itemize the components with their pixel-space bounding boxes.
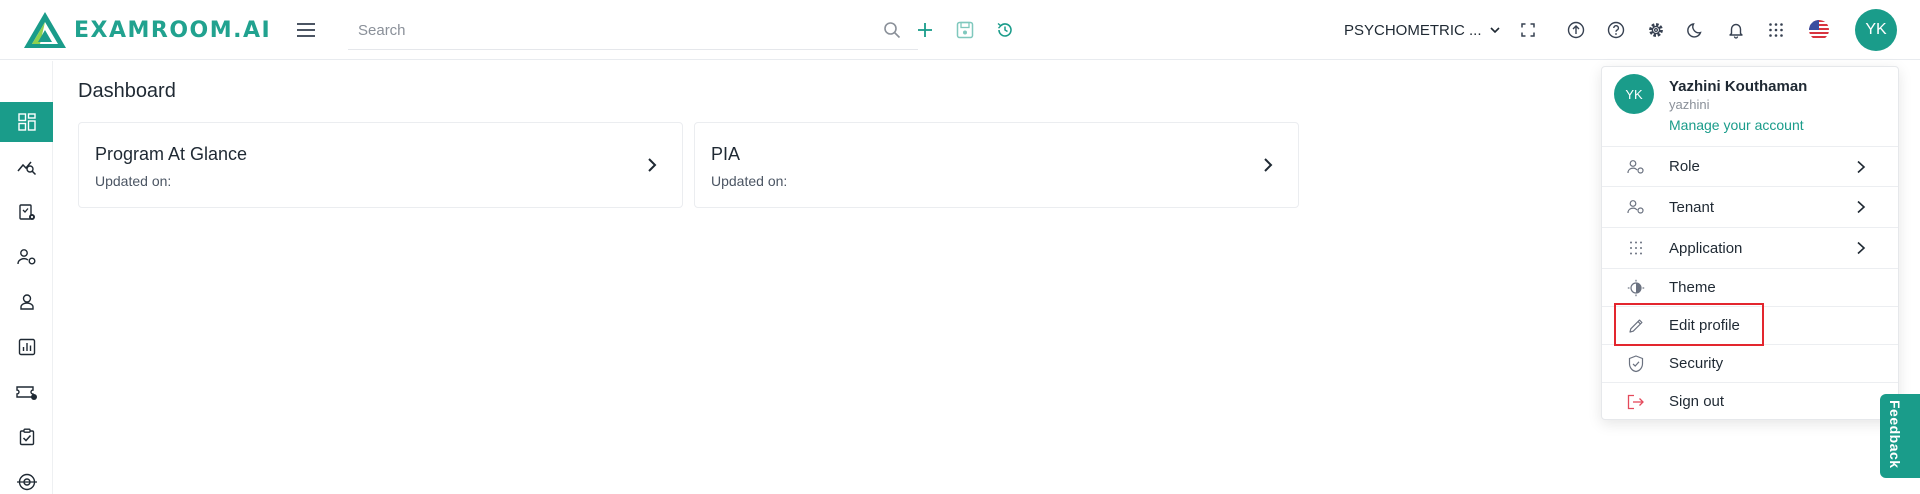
menu-item-theme[interactable]: Theme — [1602, 268, 1898, 306]
help-button[interactable] — [1602, 16, 1630, 44]
menu-item-label: Role — [1669, 158, 1700, 175]
brand-logo[interactable]: EXAMROOM.AI — [22, 10, 271, 50]
moon-icon — [1687, 23, 1702, 38]
card-updated-label: Updated on: — [711, 173, 788, 189]
search-bar — [348, 14, 918, 50]
sidebar-item-dashboard[interactable] — [0, 102, 53, 142]
apps-grid-icon — [1626, 238, 1646, 258]
brand-name: EXAMROOM.AI — [74, 17, 272, 43]
sidebar-item-user-settings[interactable] — [0, 237, 53, 277]
chart-search-icon — [16, 161, 36, 176]
upload-circle-icon — [1567, 21, 1585, 39]
menu-item-sign-out[interactable]: Sign out — [1602, 382, 1898, 420]
sidebar-item-tasks[interactable] — [0, 417, 53, 457]
search-input[interactable] — [348, 14, 878, 46]
logout-icon — [1626, 392, 1646, 412]
user-icon — [19, 294, 34, 310]
menu-item-label: Edit profile — [1669, 317, 1740, 334]
menu-item-label: Theme — [1669, 279, 1716, 296]
card-program-at-glance[interactable]: Program At Glance Updated on: — [78, 122, 683, 208]
save-icon — [956, 21, 974, 39]
save-button[interactable] — [951, 16, 979, 44]
profile-username: yazhini — [1669, 97, 1710, 112]
hamburger-icon — [297, 23, 315, 37]
bar-chart-icon — [18, 338, 35, 356]
fullscreen-icon — [1521, 23, 1535, 37]
card-updated-label: Updated on: — [95, 173, 172, 189]
ticket-icon — [15, 386, 37, 400]
chevron-right-icon — [1264, 158, 1273, 172]
history-button[interactable] — [991, 16, 1019, 44]
sidebar-item-exams[interactable] — [0, 192, 53, 232]
hamburger-menu-button[interactable] — [292, 16, 320, 44]
sidebar-item-analytics[interactable] — [0, 147, 53, 187]
theme-icon — [1626, 278, 1646, 298]
menu-item-application[interactable]: Application — [1602, 227, 1898, 268]
menu-item-edit-profile[interactable]: Edit profile — [1602, 306, 1898, 344]
chevron-right-icon — [1857, 160, 1866, 173]
clipboard-settings-icon — [18, 204, 35, 220]
gear-icon — [1649, 23, 1663, 37]
page-title: Dashboard — [78, 80, 176, 102]
dashboard-grid-icon — [17, 113, 36, 131]
upload-button[interactable] — [1562, 16, 1590, 44]
top-header: EXAMROOM.AI Search PSYCHOMETRIC ... YK — [0, 0, 1920, 60]
history-icon — [997, 22, 1012, 37]
sidebar — [0, 61, 53, 494]
examroom-logo-icon — [24, 12, 66, 48]
menu-item-label: Security — [1669, 355, 1724, 372]
menu-item-tenant[interactable]: Tenant — [1602, 186, 1898, 227]
sidebar-item-candidates[interactable] — [0, 282, 53, 322]
card-title: Program At Glance — [95, 144, 248, 164]
chevron-right-icon — [648, 158, 657, 172]
chevron-right-icon — [1857, 241, 1866, 255]
sidebar-item-other[interactable] — [0, 462, 53, 494]
feedback-label: Feedback — [1887, 400, 1903, 469]
dial-icon — [16, 473, 37, 491]
help-icon — [1607, 21, 1625, 39]
search-button[interactable] — [878, 16, 906, 44]
notifications-button[interactable] — [1722, 16, 1750, 44]
fullscreen-button[interactable] — [1514, 16, 1542, 44]
menu-item-label: Application — [1669, 239, 1743, 257]
menu-item-role[interactable]: Role — [1602, 146, 1898, 186]
bell-icon — [1729, 23, 1743, 39]
language-button[interactable] — [1805, 16, 1833, 44]
menu-item-label: Sign out — [1669, 393, 1725, 410]
sidebar-item-vouchers[interactable] — [0, 372, 53, 412]
tenant-icon — [1626, 197, 1646, 217]
user-gear-icon — [16, 249, 35, 265]
menu-item-security[interactable]: Security — [1602, 344, 1898, 382]
organization-selector-label: PSYCHOMETRIC ... — [1344, 21, 1482, 39]
settings-button[interactable] — [1642, 16, 1670, 44]
feedback-tab[interactable]: Feedback — [1880, 394, 1920, 478]
organization-selector[interactable]: PSYCHOMETRIC ... — [1344, 18, 1500, 42]
menu-item-label: Tenant — [1669, 198, 1715, 216]
profile-menu-header: YK Yazhini Kouthaman yazhini Manage your… — [1602, 67, 1898, 143]
card-pia[interactable]: PIA Updated on: — [694, 122, 1299, 208]
add-button[interactable] — [911, 16, 939, 44]
us-flag-icon — [1809, 20, 1829, 40]
shield-check-icon — [1626, 354, 1646, 374]
card-title: PIA — [711, 144, 741, 164]
profile-name: Yazhini Kouthaman — [1669, 78, 1808, 95]
search-icon — [884, 22, 901, 39]
chevron-down-icon — [1489, 27, 1500, 33]
user-avatar-button[interactable]: YK — [1855, 9, 1897, 51]
pencil-icon — [1626, 316, 1646, 336]
plus-icon — [918, 23, 932, 37]
dark-mode-button[interactable] — [1682, 16, 1710, 44]
sidebar-item-reports[interactable] — [0, 327, 53, 367]
manage-account-link[interactable]: Manage your account — [1669, 117, 1804, 133]
profile-menu: YK Yazhini Kouthaman yazhini Manage your… — [1601, 66, 1899, 420]
apps-grid-icon — [1769, 23, 1783, 37]
apps-button[interactable] — [1762, 16, 1790, 44]
clipboard-check-icon — [19, 428, 34, 446]
chevron-right-icon — [1857, 200, 1866, 214]
profile-avatar: YK — [1614, 74, 1654, 114]
user-role-icon — [1626, 157, 1646, 177]
